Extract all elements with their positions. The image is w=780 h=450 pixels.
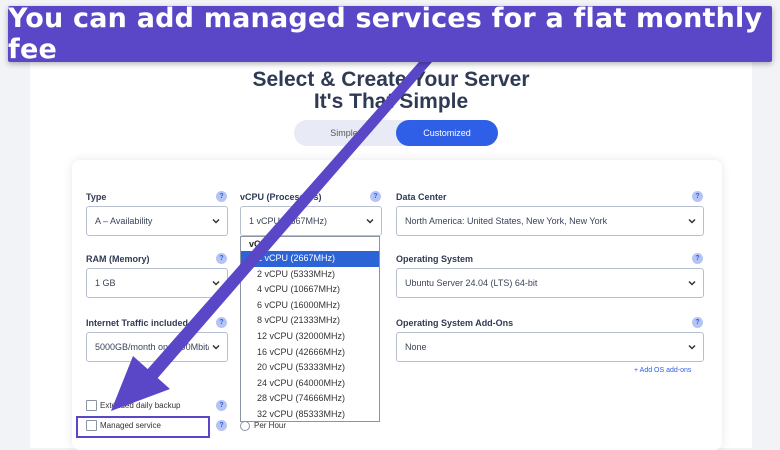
traffic-label: Internet Traffic included [86, 318, 189, 328]
type-select-value: A – Availability [95, 216, 153, 226]
os-addons-label: Operating System Add-Ons [396, 318, 514, 328]
extended-backup-help-icon[interactable]: ? [216, 400, 227, 411]
traffic-select-value: 5000GB/month on 1000Mbit/sec port [95, 342, 209, 352]
banner-text: You can add managed services for a flat … [8, 3, 763, 65]
data-center-select-value: North America: United States, New York, … [405, 216, 608, 226]
data-center-label: Data Center [396, 192, 447, 202]
tab-customized[interactable]: Customized [396, 120, 498, 146]
vcpu-option[interactable]: 4 vCPU (10667MHz) [241, 282, 379, 298]
vcpu-option[interactable]: 1 vCPU (2667MHz) [241, 251, 379, 267]
os-help-icon[interactable]: ? [692, 253, 703, 264]
vcpu-help-icon[interactable]: ? [370, 191, 381, 202]
chevron-down-icon [212, 344, 220, 350]
mode-toggle: Simple Customized [294, 120, 498, 146]
type-select[interactable]: A – Availability [86, 206, 228, 236]
chevron-down-icon [366, 218, 374, 224]
ram-label: RAM (Memory) [86, 254, 150, 264]
vcpu-option[interactable]: 16 vCPU (42666MHz) [241, 345, 379, 361]
vcpu-select[interactable]: 1 vCPU (2667MHz) [240, 206, 382, 236]
tab-simple[interactable]: Simple [294, 120, 394, 146]
server-config-card: Type ? A – Availability vCPU (Processors… [72, 160, 722, 450]
page-title: Select & Create Your Server [252, 68, 530, 91]
chevron-down-icon [688, 218, 696, 224]
os-select[interactable]: Ubuntu Server 24.04 (LTS) 64-bit [396, 268, 704, 298]
traffic-select[interactable]: 5000GB/month on 1000Mbit/sec port [86, 332, 228, 362]
os-addons-help-icon[interactable]: ? [692, 317, 703, 328]
chevron-down-icon [212, 218, 220, 224]
chevron-down-icon [688, 344, 696, 350]
managed-service-highlight [76, 416, 210, 438]
type-label: Type [86, 192, 107, 202]
vcpu-select-value: 1 vCPU (2667MHz) [249, 216, 328, 226]
page: Select & Create Your Server It's That Si… [30, 48, 752, 450]
os-label: Operating System [396, 254, 474, 264]
vcpu-option[interactable]: 24 vCPU (64000MHz) [241, 376, 379, 392]
ram-select[interactable]: 1 GB [86, 268, 228, 298]
vcpu-option[interactable]: 28 vCPU (74666MHz) [241, 391, 379, 407]
ram-help-icon[interactable]: ? [216, 253, 227, 264]
vcpu-option[interactable]: 20 vCPU (53333MHz) [241, 360, 379, 376]
extended-backup-checkbox[interactable] [86, 400, 97, 411]
vcpu-option[interactable]: 8 vCPU (21333MHz) [241, 313, 379, 329]
add-os-addons-link[interactable]: + Add OS add-ons [634, 367, 691, 374]
extended-backup-label: Extended daily backup [100, 401, 181, 410]
os-addons-select-value: None [405, 342, 427, 352]
managed-service-help-icon[interactable]: ? [216, 420, 227, 431]
data-center-help-icon[interactable]: ? [692, 191, 703, 202]
dropdown-group-header: vCPU [249, 239, 274, 249]
vcpu-label: vCPU (Processors) [240, 192, 322, 202]
page-subtitle: It's That Simple [313, 90, 469, 113]
banner: You can add managed services for a flat … [8, 3, 772, 65]
vcpu-option[interactable]: 2 vCPU (5333MHz) [241, 267, 379, 283]
traffic-help-icon[interactable]: ? [216, 317, 227, 328]
data-center-select[interactable]: North America: United States, New York, … [396, 206, 704, 236]
chevron-down-icon [688, 280, 696, 286]
chevron-down-icon [212, 280, 220, 286]
vcpu-option[interactable]: 32 vCPU (85333MHz) [241, 407, 379, 423]
vcpu-dropdown-list: vCPU 1 vCPU (2667MHz) 2 vCPU (5333MHz) 4 v… [240, 236, 380, 422]
ram-select-value: 1 GB [95, 278, 116, 288]
vcpu-option[interactable]: 12 vCPU (32000MHz) [241, 329, 379, 345]
type-help-icon[interactable]: ? [216, 191, 227, 202]
os-addons-select[interactable]: None [396, 332, 704, 362]
os-select-value: Ubuntu Server 24.04 (LTS) 64-bit [405, 278, 538, 288]
vcpu-option[interactable]: 6 vCPU (16000MHz) [241, 298, 379, 314]
